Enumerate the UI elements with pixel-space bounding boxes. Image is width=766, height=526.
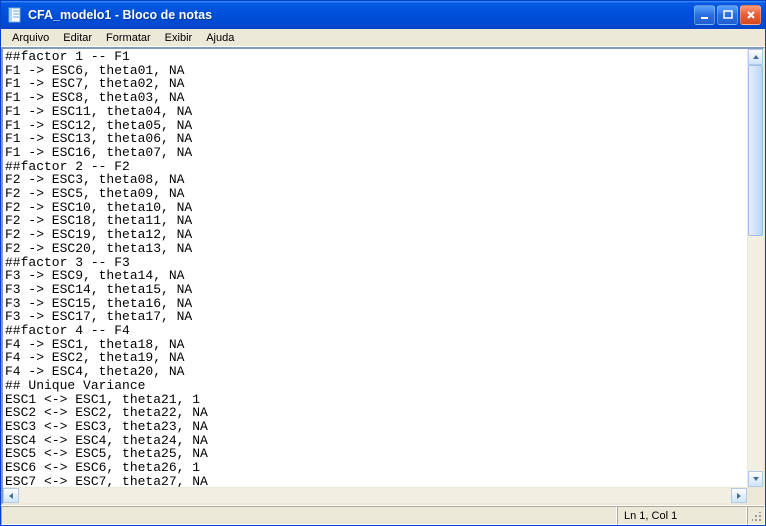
scroll-left-button[interactable] (3, 488, 19, 503)
notepad-window: CFA_modelo1 - Bloco de notas Arquivo Edi… (0, 0, 766, 526)
scroll-up-button[interactable] (748, 49, 763, 65)
scroll-down-button[interactable] (748, 471, 763, 487)
scroll-right-button[interactable] (731, 488, 747, 503)
close-button[interactable] (740, 5, 761, 25)
title-bar[interactable]: CFA_modelo1 - Bloco de notas (1, 1, 765, 29)
notepad-icon (7, 7, 23, 23)
window-title: CFA_modelo1 - Bloco de notas (28, 8, 694, 22)
status-cursor-position: Ln 1, Col 1 (617, 506, 747, 525)
resize-grip[interactable] (747, 506, 765, 525)
text-editor[interactable]: ##factor 1 -- F1 F1 -> ESC6, theta01, NA… (3, 49, 747, 487)
horizontal-scrollbar[interactable] (3, 487, 763, 503)
menu-file[interactable]: Arquivo (5, 31, 56, 45)
vertical-scrollbar[interactable] (747, 49, 763, 487)
minimize-button[interactable] (694, 5, 715, 25)
menu-edit[interactable]: Editar (56, 31, 99, 45)
menu-help[interactable]: Ajuda (199, 31, 241, 45)
scrollbar-corner (747, 488, 763, 503)
vertical-scrollbar-thumb[interactable] (748, 65, 763, 236)
maximize-button[interactable] (717, 5, 738, 25)
client-area: ##factor 1 -- F1 F1 -> ESC6, theta01, NA… (1, 47, 765, 505)
vertical-scrollbar-track[interactable] (748, 65, 763, 471)
horizontal-scrollbar-track[interactable] (19, 488, 731, 503)
menu-bar: Arquivo Editar Formatar Exibir Ajuda (1, 29, 765, 47)
window-buttons (694, 5, 761, 25)
menu-view[interactable]: Exibir (158, 31, 200, 45)
editor-wrap: ##factor 1 -- F1 F1 -> ESC6, theta01, NA… (3, 49, 763, 487)
menu-format[interactable]: Formatar (99, 31, 158, 45)
status-pane-main (1, 506, 617, 525)
status-bar: Ln 1, Col 1 (1, 505, 765, 525)
